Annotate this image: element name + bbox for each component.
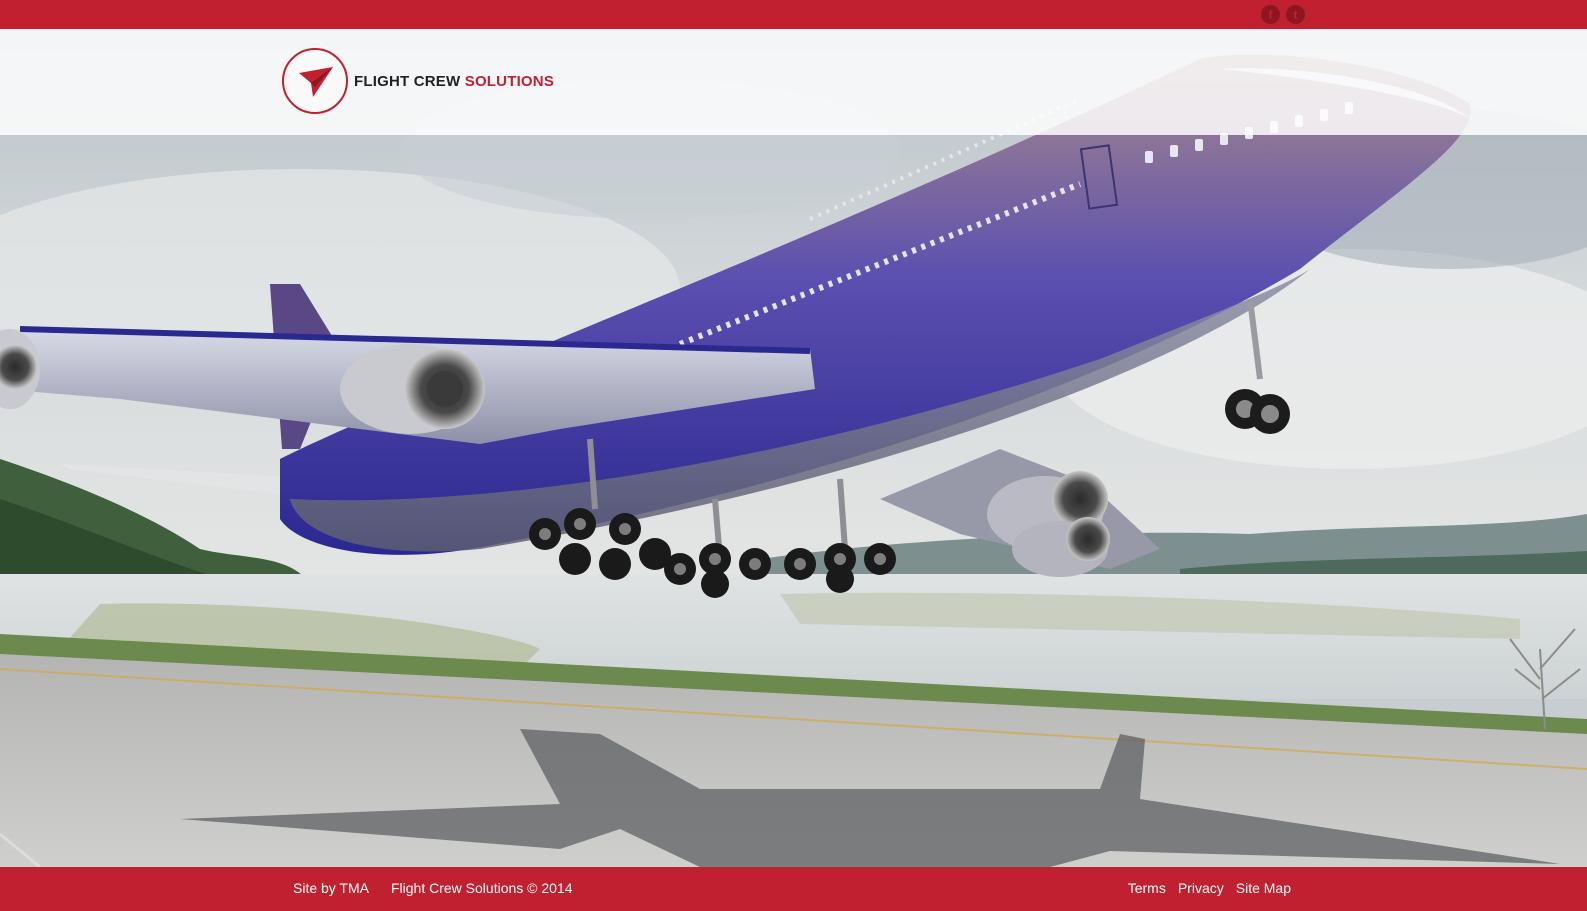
- site-logo[interactable]: FLIGHT CREW SOLUTIONS: [282, 48, 554, 114]
- site-header: FLIGHT CREW SOLUTIONS: [0, 29, 1587, 135]
- paper-plane-icon: [282, 48, 348, 114]
- twitter-icon[interactable]: t: [1286, 5, 1305, 24]
- copyright-text: Flight Crew Solutions © 2014: [391, 880, 573, 896]
- hero-image: [0, 29, 1587, 867]
- terms-link[interactable]: Terms: [1128, 880, 1166, 896]
- social-links: f t: [1261, 5, 1305, 24]
- brand-name-primary: FLIGHT CREW: [354, 72, 461, 90]
- brand-name-accent: SOLUTIONS: [464, 72, 555, 90]
- site-map-link[interactable]: Site Map: [1236, 880, 1291, 896]
- footer-credits: Site by TMA Flight Crew Solutions © 2014: [293, 880, 573, 896]
- facebook-icon[interactable]: f: [1261, 5, 1280, 24]
- site-credit-link[interactable]: Site by TMA: [293, 880, 369, 896]
- brand-name: FLIGHT CREW SOLUTIONS: [354, 73, 554, 90]
- top-bar: f t: [0, 0, 1587, 29]
- footer-links: Terms Privacy Site Map: [1128, 880, 1291, 896]
- site-footer: Site by TMA Flight Crew Solutions © 2014…: [0, 867, 1587, 911]
- privacy-link[interactable]: Privacy: [1178, 880, 1224, 896]
